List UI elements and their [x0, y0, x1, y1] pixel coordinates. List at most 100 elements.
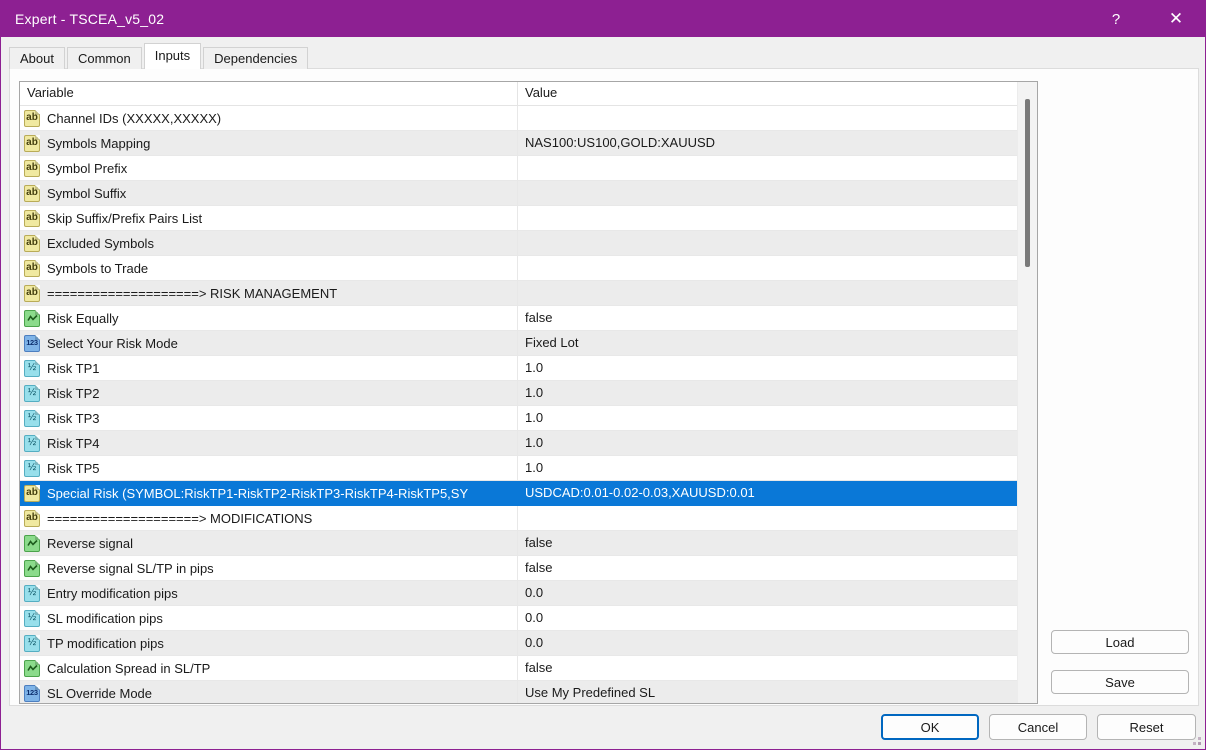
titlebar[interactable]: Expert - TSCEA_v5_02	[1, 1, 1205, 37]
value-cell[interactable]: USDCAD:0.01-0.02-0.03,XAUUSD:0.01	[517, 481, 1037, 505]
bool-param-icon	[24, 535, 40, 552]
tab-common[interactable]: Common	[67, 47, 142, 69]
variable-name: Risk TP4	[47, 436, 100, 451]
value-cell[interactable]	[517, 506, 1037, 530]
variable-cell: Calculation Spread in SL/TP	[20, 660, 517, 677]
table-row[interactable]: ½ Entry modification pips 0.0	[20, 581, 1037, 606]
text-param-icon: ab	[24, 235, 40, 252]
ok-button[interactable]: OK	[881, 714, 979, 740]
table-row[interactable]: ab Special Risk (SYMBOL:RiskTP1-RiskTP2-…	[20, 481, 1037, 506]
table-row[interactable]: ab Symbol Prefix	[20, 156, 1037, 181]
value-cell[interactable]: Fixed Lot	[517, 331, 1037, 355]
question-mark-icon: ?	[1112, 11, 1120, 28]
value-cell[interactable]: NAS100:US100,GOLD:XAUUSD	[517, 131, 1037, 155]
text-param-icon: ab	[24, 135, 40, 152]
resize-grip-icon[interactable]	[1191, 735, 1201, 745]
value-cell[interactable]: false	[517, 656, 1037, 680]
value-cell[interactable]	[517, 256, 1037, 280]
table-row[interactable]: ½ SL modification pips 0.0	[20, 606, 1037, 631]
table-row[interactable]: ab Excluded Symbols	[20, 231, 1037, 256]
table-row[interactable]: 123 SL Override Mode Use My Predefined S…	[20, 681, 1037, 704]
table-row[interactable]: ½ Risk TP1 1.0	[20, 356, 1037, 381]
tab-about[interactable]: About	[9, 47, 65, 69]
variable-name: Calculation Spread in SL/TP	[47, 661, 210, 676]
value-cell[interactable]	[517, 231, 1037, 255]
table-row[interactable]: Reverse signal SL/TP in pips false	[20, 556, 1037, 581]
table-row[interactable]: ab Symbols to Trade	[20, 256, 1037, 281]
value-cell[interactable]: 0.0	[517, 631, 1037, 655]
table-row[interactable]: Reverse signal false	[20, 531, 1037, 556]
table-row[interactable]: ab ====================> RISK MANAGEMENT	[20, 281, 1037, 306]
tab-dependencies[interactable]: Dependencies	[203, 47, 308, 69]
variable-cell: ab Symbols Mapping	[20, 135, 517, 152]
table-row[interactable]: ab ====================> MODIFICATIONS	[20, 506, 1037, 531]
text-param-icon: ab	[24, 285, 40, 302]
variable-cell: ab ====================> MODIFICATIONS	[20, 510, 517, 527]
variable-cell: ½ Risk TP2	[20, 385, 517, 402]
value-cell[interactable]	[517, 156, 1037, 180]
value-cell[interactable]: 1.0	[517, 356, 1037, 380]
inputs-table: Variable Value ab Channel IDs (XXXXX,XXX…	[19, 81, 1038, 704]
table-row[interactable]: Calculation Spread in SL/TP false	[20, 656, 1037, 681]
variable-cell: ab Special Risk (SYMBOL:RiskTP1-RiskTP2-…	[20, 485, 517, 502]
variable-name: TP modification pips	[47, 636, 164, 651]
variable-cell: ½ Risk TP4	[20, 435, 517, 452]
tab-inputs[interactable]: Inputs	[144, 43, 201, 69]
variable-name: Risk TP1	[47, 361, 100, 376]
variable-cell: ab Symbol Prefix	[20, 160, 517, 177]
bool-param-icon	[24, 310, 40, 327]
load-button[interactable]: Load	[1051, 630, 1189, 654]
column-header-variable: Variable	[20, 82, 517, 105]
reset-button[interactable]: Reset	[1097, 714, 1196, 740]
value-cell[interactable]: false	[517, 531, 1037, 555]
value-cell[interactable]	[517, 181, 1037, 205]
table-row[interactable]: ½ Risk TP4 1.0	[20, 431, 1037, 456]
value-cell[interactable]: 1.0	[517, 406, 1037, 430]
close-icon: ✕	[1169, 9, 1183, 29]
value-cell[interactable]: Use My Predefined SL	[517, 681, 1037, 704]
value-cell[interactable]: 0.0	[517, 606, 1037, 630]
table-row[interactable]: ab Symbols Mapping NAS100:US100,GOLD:XAU…	[20, 131, 1037, 156]
variable-name: Symbols to Trade	[47, 261, 148, 276]
cancel-button[interactable]: Cancel	[989, 714, 1087, 740]
decimal-param-icon: ½	[24, 460, 40, 477]
table-body: ab Channel IDs (XXXXX,XXXXX) ab Symbols …	[20, 106, 1037, 704]
vertical-scrollbar[interactable]	[1017, 82, 1037, 703]
value-cell[interactable]: 0.0	[517, 581, 1037, 605]
save-button[interactable]: Save	[1051, 670, 1189, 694]
table-row[interactable]: ½ Risk TP3 1.0	[20, 406, 1037, 431]
text-param-icon: ab	[24, 160, 40, 177]
table-row[interactable]: ab Channel IDs (XXXXX,XXXXX)	[20, 106, 1037, 131]
table-row[interactable]: Risk Equally false	[20, 306, 1037, 331]
table-row[interactable]: 123 Select Your Risk Mode Fixed Lot	[20, 331, 1037, 356]
variable-cell: ½ TP modification pips	[20, 635, 517, 652]
table-row[interactable]: ab Symbol Suffix	[20, 181, 1037, 206]
variable-name: Symbol Prefix	[47, 161, 127, 176]
table-row[interactable]: ½ TP modification pips 0.0	[20, 631, 1037, 656]
value-cell[interactable]: false	[517, 556, 1037, 580]
variable-cell: 123 SL Override Mode	[20, 685, 517, 702]
variable-name: Risk TP2	[47, 386, 100, 401]
table-row[interactable]: ab Skip Suffix/Prefix Pairs List	[20, 206, 1037, 231]
variable-name: Risk TP5	[47, 461, 100, 476]
text-param-icon: ab	[24, 485, 40, 502]
table-row[interactable]: ½ Risk TP5 1.0	[20, 456, 1037, 481]
value-cell[interactable]: 1.0	[517, 381, 1037, 405]
value-cell[interactable]: 1.0	[517, 456, 1037, 480]
value-cell[interactable]	[517, 281, 1037, 305]
table-row[interactable]: ½ Risk TP2 1.0	[20, 381, 1037, 406]
variable-name: SL modification pips	[47, 611, 163, 626]
variable-cell: Risk Equally	[20, 310, 517, 327]
value-cell[interactable]	[517, 206, 1037, 230]
value-cell[interactable]	[517, 106, 1037, 130]
integer-param-icon: 123	[24, 685, 40, 702]
value-cell[interactable]: false	[517, 306, 1037, 330]
variable-name: Excluded Symbols	[47, 236, 154, 251]
variable-cell: ab Skip Suffix/Prefix Pairs List	[20, 210, 517, 227]
close-button[interactable]: ✕	[1153, 1, 1199, 37]
variable-cell: ½ SL modification pips	[20, 610, 517, 627]
value-cell[interactable]: 1.0	[517, 431, 1037, 455]
help-button[interactable]: ?	[1093, 1, 1139, 37]
variable-name: SL Override Mode	[47, 686, 152, 701]
scrollbar-thumb[interactable]	[1025, 99, 1030, 267]
